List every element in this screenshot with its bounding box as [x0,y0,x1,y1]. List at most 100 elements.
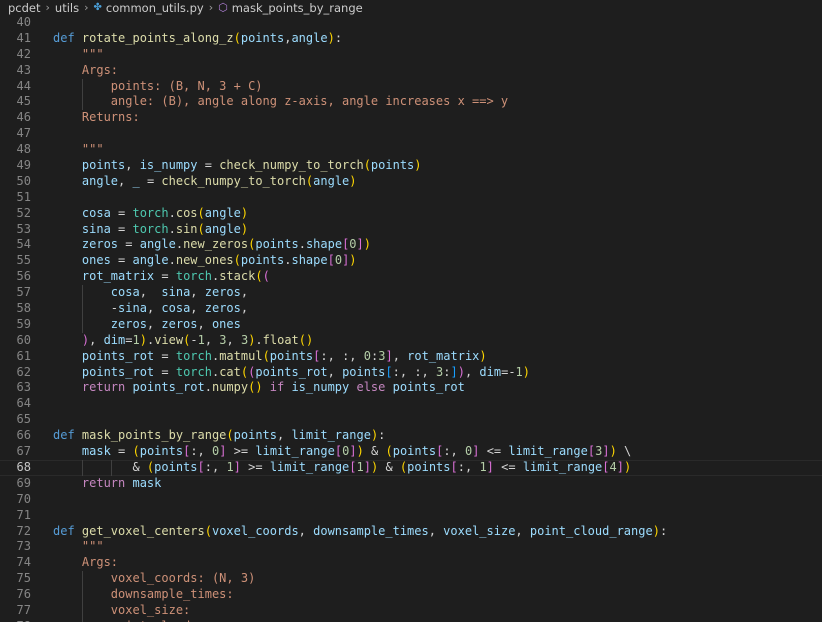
code-line[interactable]: 46 Returns: [0,110,822,126]
code-line[interactable]: 60 ), dim=1).view(-1, 3, 3).float() [0,333,822,349]
code-token: 1 [197,332,205,347]
code-token: is_numpy [139,158,198,173]
code-token: <= [493,459,523,474]
code-token: 1 [515,364,523,379]
code-line[interactable]: 56 rot_matrix = torch.stack(( [0,269,822,285]
code-line[interactable]: 76 downsample_times: [0,587,822,603]
code-line[interactable]: 72 def get_voxel_centers(voxel_coords, do… [0,524,822,540]
code-token: rot_matrix [407,348,480,363]
code-token: >= [240,459,270,474]
code-line[interactable]: 68 & (points[:, 1] >= limit_range[1]) & … [0,459,822,476]
code-token: . [168,205,176,220]
code-line[interactable]: 75 voxel_coords: (N, 3) [0,571,822,588]
code-line[interactable]: 77 voxel_size: [0,602,822,619]
code-token: [ [602,459,610,474]
line-number: 45 [16,94,31,109]
code-token: - [53,301,119,316]
code-token: points_rot [392,380,465,395]
code-line[interactable]: 50 angle, _ = check_numpy_to_torch(angle… [0,174,822,190]
code-token: points [240,253,285,268]
line-number: 72 [16,523,31,538]
code-line[interactable]: 66 def mask_points_by_range(points, limit… [0,428,822,444]
code-token: torch [175,364,212,379]
code-line[interactable]: 55 ones = angle.new_ones(points.shape[0]… [0,253,822,269]
code-line[interactable]: 62 points_rot = torch.cat((points_rot, p… [0,365,822,381]
code-token: 1 [226,459,234,474]
code-line[interactable]: 42 """ [0,47,822,63]
code-token: ) [457,364,465,379]
code-text: & (points[:, 1] >= limit_range[1]) & (po… [53,460,631,476]
code-token: torch [175,348,212,363]
code-line[interactable]: 70 [0,492,822,508]
code-token: mask [132,475,162,490]
code-token: :, [457,459,480,474]
code-line[interactable]: 47 [0,126,822,142]
code-line[interactable]: 59 zeros, zeros, ones [0,316,822,333]
code-token: & [363,444,386,459]
code-token: ) [349,173,357,188]
code-token: Args: [53,555,119,570]
indent-guide [81,602,83,619]
line-number: 56 [16,269,31,284]
code-token: matmul [219,348,263,363]
code-token: , [190,301,205,316]
code-line[interactable]: 43 Args: [0,63,822,79]
line-number: 46 [16,110,31,125]
code-token: limit_range [291,428,371,443]
code-line[interactable]: 63 return points_rot.numpy() if is_numpy… [0,380,822,396]
code-editor[interactable]: 40 41 def rotate_points_along_z(points,ang… [0,15,822,622]
line-number: 41 [16,30,31,45]
line-number: 74 [16,555,31,570]
code-line[interactable]: 67 mask = (points[:, 0] >= limit_range[0… [0,444,822,460]
code-token: points_rot [53,348,155,363]
code-line[interactable]: 58 -sina, cosa, zeros, [0,301,822,317]
code-token: ) [240,205,249,220]
code-token: """ [53,539,104,554]
code-token: shape [291,253,328,268]
code-line[interactable]: 45 angle: (B), angle along z-axis, angle… [0,94,822,111]
python-file-icon: ✤ [93,2,102,13]
code-token: sina [161,285,191,300]
code-line[interactable]: 51 [0,190,822,206]
line-number: 62 [16,364,31,379]
code-line[interactable]: 40 [0,15,822,31]
code-token: [ [450,459,458,474]
code-line[interactable]: 71 [0,508,822,524]
code-line[interactable]: 57 cosa, sina, zeros, [0,285,822,302]
chevron-right-icon: › [45,1,50,14]
code-token: angle [139,237,176,252]
line-number: 77 [16,602,31,617]
breadcrumb-symbol[interactable]: mask_points_by_range [232,1,363,15]
code-token: angle [204,221,241,236]
code-token: limit_range [255,444,335,459]
code-token: ] [233,459,241,474]
code-token: points [342,364,386,379]
code-line[interactable]: 44 points: (B, N, 3 + C) [0,78,822,95]
code-token: torch [132,205,169,220]
code-line[interactable]: 48 """ [0,142,822,158]
code-line[interactable]: 73 """ [0,539,822,555]
code-line[interactable]: 69 return mask [0,476,822,492]
code-line[interactable]: 54 zeros = angle.new_zeros(points.shape[… [0,237,822,253]
breadcrumb-file[interactable]: common_utils.py [106,1,204,15]
indent-guide [81,94,83,111]
code-line[interactable]: 41 def rotate_points_along_z(points,angle… [0,31,822,47]
code-token: voxel_coords [211,523,299,538]
code-line[interactable]: 64 [0,396,822,412]
chevron-right-icon: › [208,1,214,14]
code-token: stack [219,269,256,284]
code-line[interactable]: 53 sina = torch.sin(angle) [0,222,822,238]
code-token: , [139,285,162,300]
code-token: ] [616,459,624,474]
code-line[interactable]: 49 points, is_numpy = check_numpy_to_tor… [0,158,822,174]
code-line[interactable]: 61 points_rot = torch.matmul(points[:, :… [0,349,822,365]
breadcrumb-folder-pcdet[interactable]: pcdet [8,1,41,15]
code-token: = [110,205,133,220]
code-token: angle [53,173,119,188]
code-line[interactable]: 52 cosa = torch.cos(angle) [0,206,822,222]
code-text: voxel_size: [53,603,190,619]
code-line[interactable]: 65 [0,412,822,428]
breadcrumb-folder-utils[interactable]: utils [55,1,79,15]
code-token: cat [219,364,241,379]
code-line[interactable]: 74 Args: [0,555,822,571]
